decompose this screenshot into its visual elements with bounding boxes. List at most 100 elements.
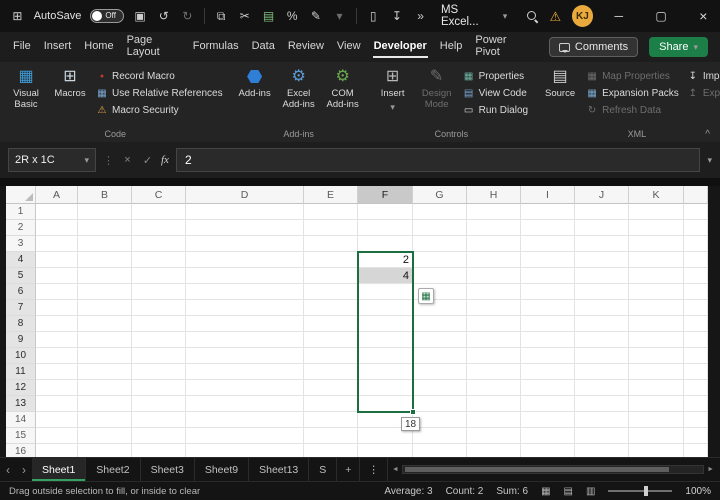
app-title[interactable]: MS Excel... ▾	[441, 4, 507, 28]
cell-D16[interactable]	[186, 444, 304, 457]
minimize-button[interactable]: ─	[602, 0, 635, 32]
column-header-C[interactable]: C	[132, 186, 186, 204]
cell-I11[interactable]	[521, 364, 575, 380]
percent-format-icon[interactable]: %	[285, 10, 300, 22]
cell-G15[interactable]	[413, 428, 467, 444]
cell-C2[interactable]	[132, 220, 186, 236]
cell-D3[interactable]	[186, 236, 304, 252]
cell-D14[interactable]	[186, 412, 304, 428]
cell-E12[interactable]	[304, 380, 358, 396]
cell-C11[interactable]	[132, 364, 186, 380]
cell-partial-2[interactable]	[684, 220, 708, 236]
cell-H6[interactable]	[467, 284, 521, 300]
cell-B9[interactable]	[78, 332, 132, 348]
cell-J1[interactable]	[575, 204, 629, 220]
record-macro-button[interactable]: ● Record Macro	[93, 68, 226, 85]
cell-I14[interactable]	[521, 412, 575, 428]
cell-K12[interactable]	[629, 380, 684, 396]
cell-J3[interactable]	[575, 236, 629, 252]
cell-I7[interactable]	[521, 300, 575, 316]
macro-security-button[interactable]: ⚠ Macro Security	[93, 102, 226, 119]
cell-I10[interactable]	[521, 348, 575, 364]
cell-A2[interactable]	[36, 220, 78, 236]
cell-A10[interactable]	[36, 348, 78, 364]
insert-function-icon[interactable]: fx	[161, 154, 169, 166]
cell-partial-8[interactable]	[684, 316, 708, 332]
cell-A5[interactable]	[36, 268, 78, 284]
cell-D7[interactable]	[186, 300, 304, 316]
cell-C13[interactable]	[132, 396, 186, 412]
cell-I9[interactable]	[521, 332, 575, 348]
row-header-12[interactable]: 12	[6, 380, 36, 396]
sheet-list-button[interactable]: ⋮	[360, 458, 388, 481]
app-launcher-icon[interactable]: ⊞	[10, 10, 25, 22]
cell-G4[interactable]	[413, 252, 467, 268]
cell-B7[interactable]	[78, 300, 132, 316]
download-icon[interactable]: ↧	[390, 10, 405, 22]
enter-icon[interactable]: ✓	[141, 154, 154, 167]
row-header-11[interactable]: 11	[6, 364, 36, 380]
cell-K5[interactable]	[629, 268, 684, 284]
scrollbar-thumb[interactable]	[405, 467, 669, 472]
run-dialog-button[interactable]: ▭ Run Dialog	[460, 102, 531, 119]
cell-partial-1[interactable]	[684, 204, 708, 220]
search-icon[interactable]	[525, 9, 539, 23]
cell-E7[interactable]	[304, 300, 358, 316]
view-code-button[interactable]: ▤ View Code	[460, 85, 531, 102]
cell-B4[interactable]	[78, 252, 132, 268]
zoom-slider-thumb[interactable]	[644, 486, 648, 496]
column-header-J[interactable]: J	[575, 186, 629, 204]
cell-partial-16[interactable]	[684, 444, 708, 457]
cell-C10[interactable]	[132, 348, 186, 364]
cell-K9[interactable]	[629, 332, 684, 348]
column-header-E[interactable]: E	[304, 186, 358, 204]
cell-B1[interactable]	[78, 204, 132, 220]
row-header-13[interactable]: 13	[6, 396, 36, 412]
cell-J5[interactable]	[575, 268, 629, 284]
cell-G2[interactable]	[413, 220, 467, 236]
comments-button[interactable]: Comments	[549, 37, 638, 57]
cell-B12[interactable]	[78, 380, 132, 396]
cell-F11[interactable]	[358, 364, 413, 380]
row-header-3[interactable]: 3	[6, 236, 36, 252]
undo-icon[interactable]: ↺	[156, 10, 171, 22]
cell-F1[interactable]	[358, 204, 413, 220]
format-painter-icon[interactable]: ✎	[309, 10, 324, 22]
cell-D15[interactable]	[186, 428, 304, 444]
paste-icon[interactable]: ▤	[261, 10, 276, 22]
source-button[interactable]: ▤ Source	[539, 64, 581, 100]
avatar[interactable]: KJ	[572, 5, 594, 27]
properties-button[interactable]: ▦ Properties	[460, 68, 531, 85]
cell-H2[interactable]	[467, 220, 521, 236]
cell-A14[interactable]	[36, 412, 78, 428]
cell-B15[interactable]	[78, 428, 132, 444]
overflow-icon[interactable]: »	[413, 10, 428, 22]
cell-K4[interactable]	[629, 252, 684, 268]
cell-G8[interactable]	[413, 316, 467, 332]
sheet-tab-sheet3[interactable]: Sheet3	[141, 458, 195, 481]
cell-A16[interactable]	[36, 444, 78, 457]
sheet-tab-sheet9[interactable]: Sheet9	[195, 458, 249, 481]
cell-F6[interactable]	[358, 284, 413, 300]
cell-E8[interactable]	[304, 316, 358, 332]
cell-I15[interactable]	[521, 428, 575, 444]
share-button[interactable]: Share ▾	[649, 37, 708, 57]
cell-G9[interactable]	[413, 332, 467, 348]
cell-E3[interactable]	[304, 236, 358, 252]
tab-review[interactable]: Review	[287, 36, 325, 58]
cell-E16[interactable]	[304, 444, 358, 457]
cell-F13[interactable]	[358, 396, 413, 412]
cell-A4[interactable]	[36, 252, 78, 268]
column-header-H[interactable]: H	[467, 186, 521, 204]
cell-J16[interactable]	[575, 444, 629, 457]
cell-J6[interactable]	[575, 284, 629, 300]
cell-I4[interactable]	[521, 252, 575, 268]
cell-partial-6[interactable]	[684, 284, 708, 300]
cell-F2[interactable]	[358, 220, 413, 236]
addins-button[interactable]: Add-ins	[234, 64, 276, 100]
cell-D1[interactable]	[186, 204, 304, 220]
cell-C6[interactable]	[132, 284, 186, 300]
use-relative-references-button[interactable]: ▦ Use Relative References	[93, 85, 226, 102]
cell-F7[interactable]	[358, 300, 413, 316]
cell-E11[interactable]	[304, 364, 358, 380]
